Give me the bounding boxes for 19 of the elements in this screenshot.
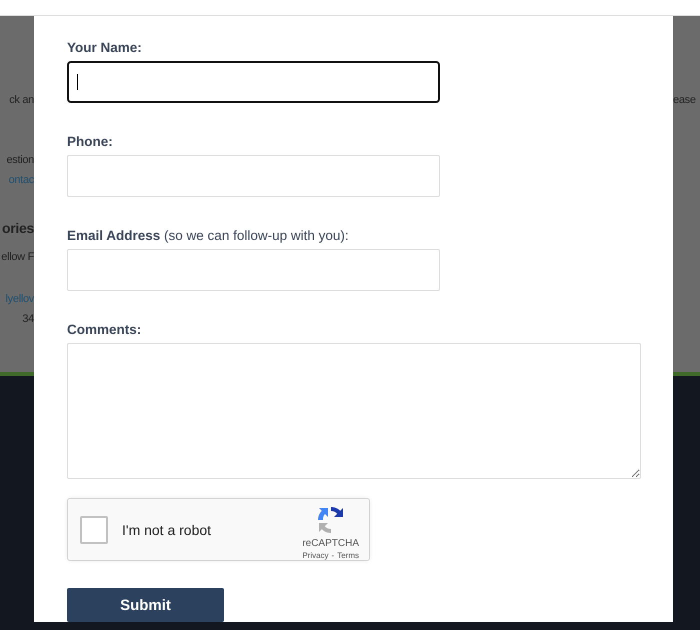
separator: - — [332, 550, 334, 560]
background-text: ck an — [9, 94, 34, 106]
submit-button[interactable]: Submit — [67, 588, 224, 622]
captcha-label: I'm not a robot — [122, 522, 212, 538]
background-text: ellow F — [1, 251, 34, 263]
captcha-brand: reCAPTCHA — [302, 538, 359, 549]
comments-field[interactable] — [67, 343, 641, 479]
background-text: ories — [2, 220, 34, 236]
background-text: ease — [673, 94, 696, 106]
background-text: estion — [6, 154, 34, 166]
field-label: Comments: — [67, 322, 142, 338]
input-field[interactable] — [67, 61, 440, 103]
field-label: Phone: — [67, 134, 114, 150]
field-label: Email Address (so we can follow-up with you): — [67, 228, 350, 244]
background-text: 34 — [22, 313, 34, 325]
privacy-link[interactable]: Privacy — [302, 550, 329, 560]
terms-link[interactable]: Terms — [337, 550, 359, 560]
checkbox[interactable] — [80, 516, 108, 544]
field-label: Your Name: — [67, 40, 143, 56]
